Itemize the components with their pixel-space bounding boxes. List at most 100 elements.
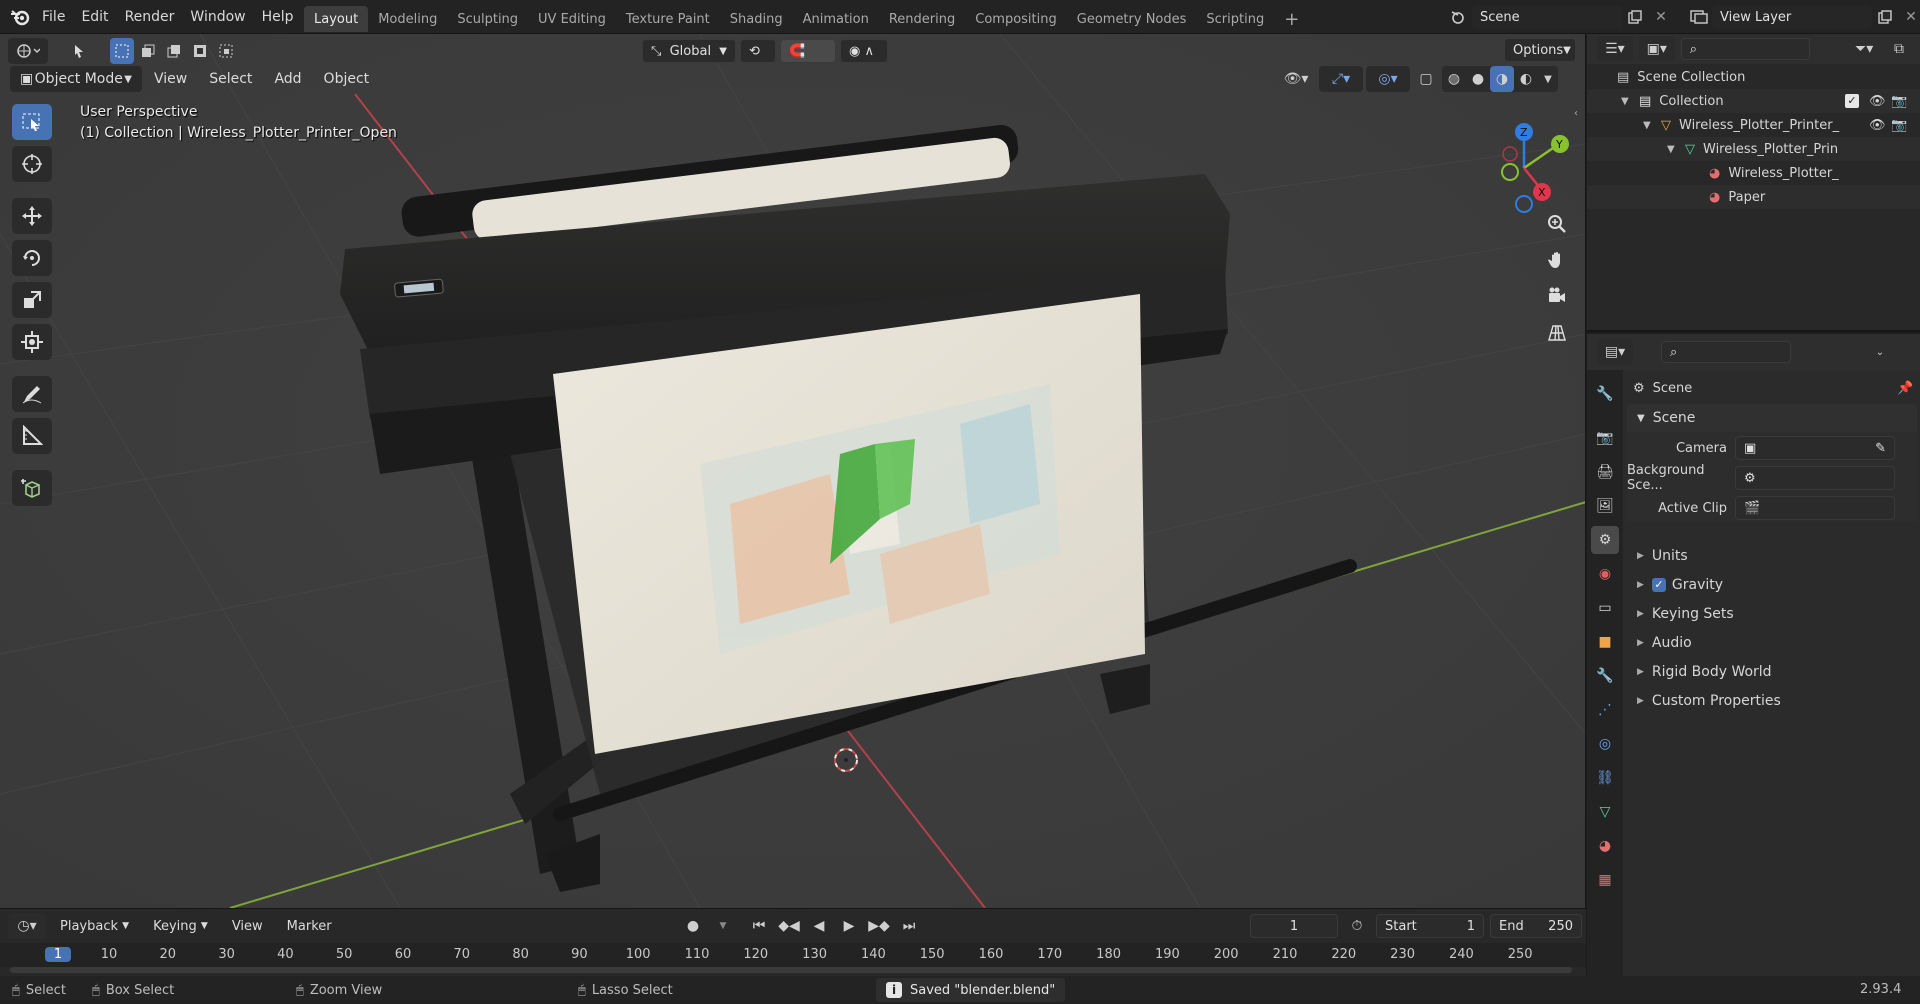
record-icon[interactable]: ● — [680, 913, 706, 939]
solid-shading-icon[interactable]: ● — [1466, 66, 1490, 92]
select-box-tool-icon[interactable] — [12, 104, 52, 140]
properties-search-input[interactable]: ⌕ — [1661, 341, 1791, 363]
custom-properties-panel-header[interactable]: ▶ Custom Properties — [1627, 687, 1917, 715]
new-view-layer-icon[interactable] — [1872, 4, 1898, 30]
timeline-scrollbar[interactable] — [10, 967, 1572, 973]
render-tab-icon[interactable]: 📷 — [1591, 424, 1619, 452]
chevron-down-icon[interactable]: ▼ — [1538, 66, 1558, 92]
exclude-checkbox[interactable]: ✓ — [1845, 94, 1859, 108]
render-camera-icon[interactable]: 📷 — [1891, 94, 1907, 109]
world-tab-icon[interactable]: ◉ — [1591, 560, 1619, 588]
sidebar-toggle-icon[interactable]: ‹ — [1574, 108, 1578, 119]
gravity-checkbox[interactable]: ✓ — [1651, 578, 1666, 592]
menu-object[interactable]: Object — [314, 66, 380, 92]
tool-tab-icon[interactable]: 🔧 — [1591, 380, 1619, 408]
transform-orientation-select[interactable]: ⤡ Global ▼ — [642, 39, 736, 63]
zoom-icon[interactable] — [1541, 208, 1573, 240]
cursor-tool-icon[interactable] — [12, 146, 52, 182]
expand-arrow-icon[interactable]: ▼ — [1643, 120, 1661, 131]
physics-tab-icon[interactable]: ◎ — [1591, 730, 1619, 758]
outliner-row-mesh[interactable]: ▼ ▽ Wireless_Plotter_Prin — [1587, 137, 1920, 161]
tab-animation[interactable]: Animation — [793, 6, 879, 32]
menu-edit[interactable]: Edit — [73, 0, 116, 34]
pivot-point-select[interactable]: ⟲ — [740, 39, 776, 63]
rotate-tool-icon[interactable] — [12, 240, 52, 276]
tab-uv-editing[interactable]: UV Editing — [528, 6, 616, 32]
3d-viewport[interactable]: ⤡ Global ▼ ⟲ 🧲 ◉ ∧ Options ▼ ▣ Object Mod… — [0, 34, 1586, 908]
texture-tab-icon[interactable]: ▦ — [1591, 866, 1619, 894]
add-cube-tool-icon[interactable] — [12, 470, 52, 506]
start-frame-field[interactable]: Start 1 — [1376, 914, 1484, 938]
scene-tab-icon[interactable]: ⚙ — [1591, 526, 1619, 554]
current-frame-marker[interactable]: 1 — [45, 947, 71, 962]
tab-sculpting[interactable]: Sculpting — [447, 6, 528, 32]
tab-modeling[interactable]: Modeling — [368, 6, 447, 32]
modifier-tab-icon[interactable]: 🔧 — [1591, 662, 1619, 690]
ortho-toggle-icon[interactable] — [1541, 316, 1573, 348]
remove-scene-icon[interactable]: ✕ — [1648, 4, 1674, 30]
properties-editor-type-icon[interactable]: ▤▾ — [1597, 339, 1633, 365]
tab-compositing[interactable]: Compositing — [965, 6, 1067, 32]
annotate-tool-icon[interactable] — [12, 376, 52, 412]
background-scene-field[interactable]: ⚙ — [1735, 466, 1895, 490]
menu-keying[interactable]: Keying ▼ — [143, 913, 218, 939]
tab-layout[interactable]: Layout — [304, 6, 369, 32]
move-tool-icon[interactable] — [12, 198, 52, 234]
eye-icon[interactable]: 👁 — [1869, 94, 1886, 109]
jump-start-icon[interactable]: ⏮ — [746, 913, 772, 939]
navigation-gizmo[interactable]: Z Y X — [1470, 106, 1580, 216]
menu-view[interactable]: View — [144, 66, 197, 92]
units-panel-header[interactable]: ▶ Units — [1627, 542, 1917, 570]
wireframe-shading-icon[interactable]: ◍ — [1442, 66, 1466, 92]
menu-render[interactable]: Render — [117, 0, 183, 34]
constraints-tab-icon[interactable]: ⛓ — [1591, 764, 1619, 792]
camera-field[interactable]: ▣ ✎ — [1735, 436, 1895, 460]
scene-name-field[interactable]: Scene — [1472, 5, 1622, 29]
end-frame-field[interactable]: End 250 — [1490, 914, 1582, 938]
prev-keyframe-icon[interactable]: ◆◀ — [776, 913, 802, 939]
new-scene-icon[interactable] — [1622, 4, 1648, 30]
tab-geometry-nodes[interactable]: Geometry Nodes — [1067, 6, 1197, 32]
play-icon[interactable]: ▶ — [836, 913, 862, 939]
outliner-row-material[interactable]: ◕ Wireless_Plotter_ — [1587, 161, 1920, 185]
options-dropdown[interactable]: Options ▼ — [1504, 38, 1576, 62]
material-tab-icon[interactable]: ◕ — [1591, 832, 1619, 860]
xray-toggle-icon[interactable]: ▢ — [1413, 66, 1439, 92]
scene-panel-header[interactable]: ▼ Scene — [1627, 404, 1917, 432]
editor-type-icon[interactable] — [8, 38, 48, 64]
menu-view[interactable]: View — [222, 913, 273, 939]
rigid-body-panel-header[interactable]: ▶ Rigid Body World — [1627, 658, 1917, 686]
menu-file[interactable]: File — [34, 0, 73, 34]
menu-marker[interactable]: Marker — [277, 913, 342, 939]
eye-icon[interactable]: 👁 — [1869, 118, 1886, 133]
object-tab-icon[interactable]: ■ — [1591, 628, 1619, 656]
outliner-scene-collection[interactable]: ▤ Scene Collection — [1587, 65, 1920, 89]
select-extend-icon[interactable] — [136, 38, 160, 64]
proportional-edit-toggle[interactable]: ◉ ∧ — [840, 39, 888, 63]
keying-sets-panel-header[interactable]: ▶ Keying Sets — [1627, 600, 1917, 628]
blender-logo-icon[interactable] — [6, 4, 34, 30]
remove-view-layer-icon[interactable]: ✕ — [1898, 4, 1920, 30]
tab-shading[interactable]: Shading — [720, 6, 793, 32]
select-subtract-icon[interactable] — [162, 38, 186, 64]
view-layer-icon[interactable] — [1686, 4, 1712, 30]
view-layer-field[interactable]: View Layer — [1712, 5, 1872, 29]
tweak-tool-icon[interactable] — [66, 38, 92, 64]
new-collection-icon[interactable]: ⧉ — [1888, 36, 1910, 62]
eyedropper-icon[interactable]: ✎ — [1875, 441, 1886, 456]
select-invert-icon[interactable] — [188, 38, 212, 64]
camera-view-icon[interactable] — [1541, 280, 1573, 312]
snap-toggle[interactable]: 🧲 — [780, 39, 836, 63]
add-workspace-icon[interactable]: + — [1274, 6, 1309, 32]
play-reverse-icon[interactable]: ◀ — [806, 913, 832, 939]
expand-arrow-icon[interactable]: ▼ — [1621, 96, 1639, 107]
render-camera-icon[interactable]: 📷 — [1891, 118, 1907, 133]
status-report[interactable]: i Saved "blender.blend" — [876, 978, 1066, 1002]
select-new-icon[interactable] — [110, 38, 134, 64]
timeline-editor-type-icon[interactable]: ◷▾ — [8, 913, 46, 939]
menu-add[interactable]: Add — [264, 66, 311, 92]
tab-rendering[interactable]: Rendering — [879, 6, 965, 32]
measure-tool-icon[interactable] — [12, 418, 52, 454]
output-tab-icon[interactable]: 🖨 — [1591, 458, 1619, 486]
chevron-down-icon[interactable]: ⌄ — [1867, 339, 1893, 365]
